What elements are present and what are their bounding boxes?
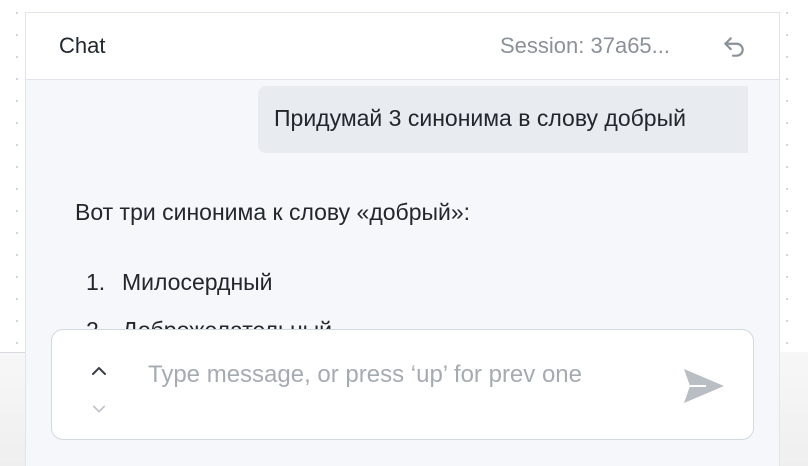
message-composer bbox=[51, 329, 754, 440]
send-icon bbox=[684, 369, 724, 403]
chevron-up-icon bbox=[92, 367, 106, 375]
list-number: 1. bbox=[86, 269, 106, 295]
list-item: 2.Доброжелательный bbox=[86, 317, 332, 329]
message-input[interactable] bbox=[148, 356, 618, 426]
assistant-intro: Вот три синонима к слову «добрый»: bbox=[75, 199, 471, 225]
divider-line bbox=[0, 352, 26, 353]
list-text: Доброжелательный bbox=[122, 317, 332, 329]
list-text: Милосердный bbox=[122, 269, 273, 295]
history-up-button[interactable] bbox=[88, 362, 110, 380]
list-item: 1. Милосердный bbox=[86, 269, 273, 296]
user-message: Придумай 3 синонима в слову добрый bbox=[258, 86, 748, 153]
history-down-button[interactable] bbox=[88, 400, 110, 418]
chevron-down-icon bbox=[92, 405, 106, 413]
assistant-message: Вот три синонима к слову «добрый»: bbox=[75, 199, 470, 226]
message-list[interactable]: Придумай 3 синонима в слову добрый Вот т… bbox=[26, 13, 779, 329]
send-button[interactable] bbox=[680, 366, 728, 406]
list-number: 2. bbox=[86, 317, 122, 329]
